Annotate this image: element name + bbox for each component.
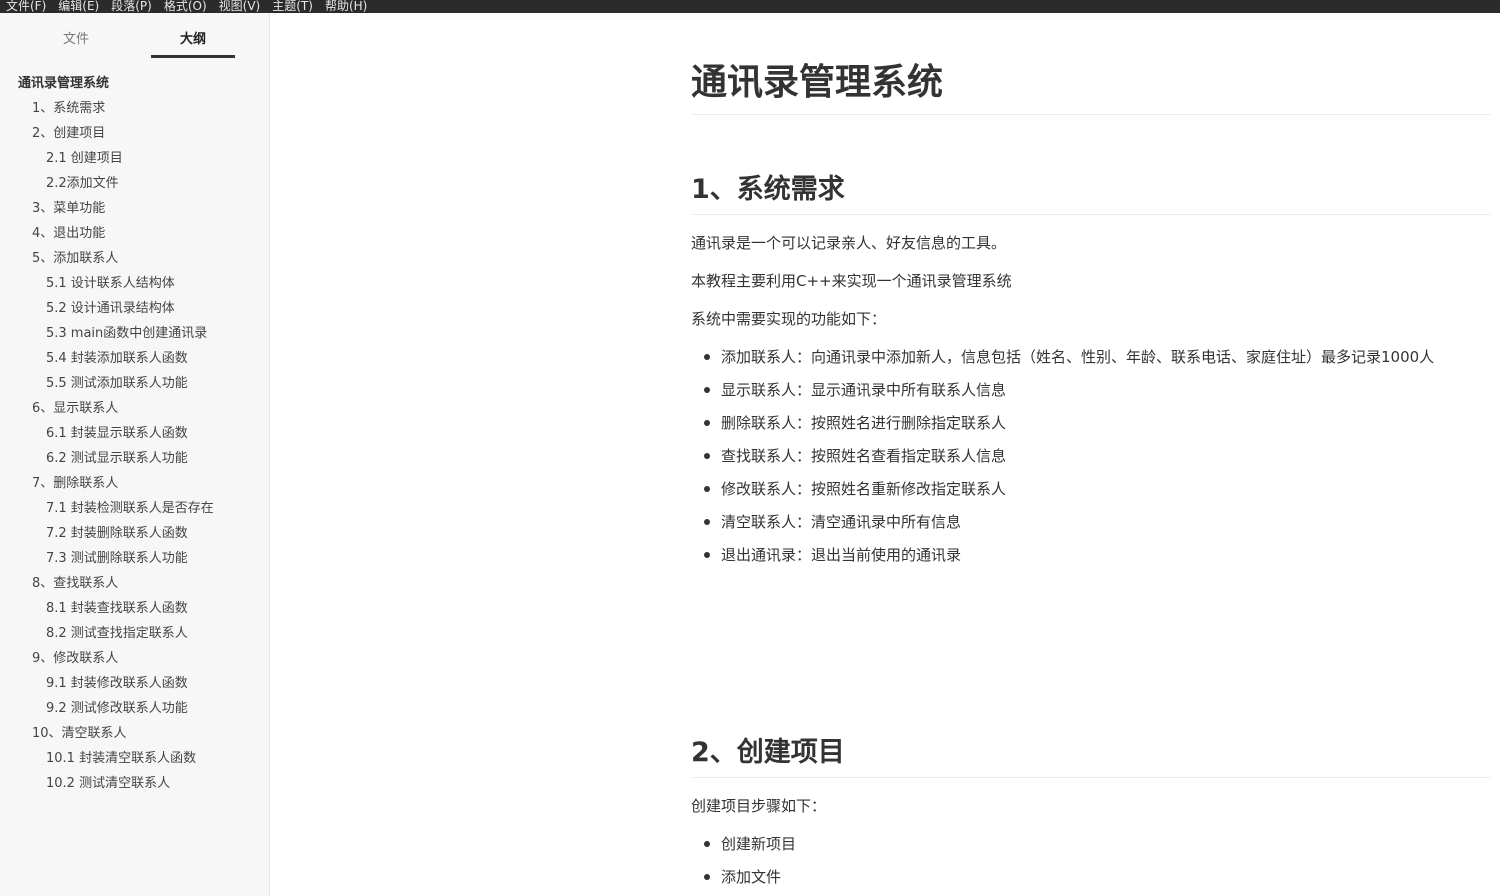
outline-item[interactable]: 9、修改联系人 [0,646,269,671]
list-item-text: 清空联系人：清空通讯录中所有信息 [721,513,962,531]
list-item: 添加联系人：向通讯录中添加新人，信息包括（姓名、性别、年龄、联系电话、家庭住址）… [704,346,1435,368]
outline-item[interactable]: 7.1 封装检测联系人是否存在 [0,496,269,521]
bullet-icon [704,354,710,360]
section-heading: 1、系统需求 [691,174,845,205]
list-item: 退出通讯录：退出当前使用的通讯录 [704,544,962,566]
sidebar: 文件 大纲 通讯录管理系统 1、系统需求 2、创建项目 2.1 创建项目 2.2… [0,13,270,896]
bullet-icon [704,519,710,525]
list-item: 添加文件 [704,866,782,888]
outline-item[interactable]: 9.1 封装修改联系人函数 [0,671,269,696]
list-item-text: 删除联系人：按照姓名进行删除指定联系人 [721,414,1007,432]
outline-item[interactable]: 8.1 封装查找联系人函数 [0,596,269,621]
list-item-text: 显示联系人：显示通讯录中所有联系人信息 [721,381,1007,399]
list-item-text: 添加文件 [721,868,782,886]
outline-item[interactable]: 5.3 main函数中创建通讯录 [0,321,269,346]
bullet-icon [704,841,710,847]
tab-outline[interactable]: 大纲 [151,13,235,59]
list-item: 显示联系人：显示通讯录中所有联系人信息 [704,379,1007,401]
paragraph: 创建项目步骤如下： [691,797,827,815]
paragraph: 系统中需要实现的功能如下： [691,310,887,328]
list-item: 修改联系人：按照姓名重新修改指定联系人 [704,478,1007,500]
outline-item[interactable]: 6、显示联系人 [0,396,269,421]
bullet-icon [704,552,710,558]
outline-item[interactable]: 4、退出功能 [0,221,269,246]
menu-edit[interactable]: 编辑(E) [52,0,105,13]
outline-item[interactable]: 2.1 创建项目 [0,146,269,171]
outline-item[interactable]: 6.2 测试显示联系人功能 [0,446,269,471]
paragraph: 通讯录是一个可以记录亲人、好友信息的工具。 [691,234,1007,252]
outline-item[interactable]: 9.2 测试修改联系人功能 [0,696,269,721]
outline-list: 通讯录管理系统 1、系统需求 2、创建项目 2.1 创建项目 2.2添加文件 3… [0,71,269,796]
outline-item[interactable]: 2.2添加文件 [0,171,269,196]
menu-format[interactable]: 格式(O) [158,0,213,13]
outline-item[interactable]: 5.5 测试添加联系人功能 [0,371,269,396]
outline-item[interactable]: 通讯录管理系统 [0,71,269,96]
sidebar-tabs: 文件 大纲 [0,13,269,59]
outline-item[interactable]: 1、系统需求 [0,96,269,121]
bullet-icon [704,420,710,426]
section-heading: 2、创建项目 [691,737,845,768]
outline-item[interactable]: 7.3 测试删除联系人功能 [0,546,269,571]
outline-item[interactable]: 2、创建项目 [0,121,269,146]
outline-item[interactable]: 7.2 封装删除联系人函数 [0,521,269,546]
list-item-text: 退出通讯录：退出当前使用的通讯录 [721,546,962,564]
outline-item[interactable]: 3、菜单功能 [0,196,269,221]
list-item: 清空联系人：清空通讯录中所有信息 [704,511,962,533]
outline-item[interactable]: 5.4 封装添加联系人函数 [0,346,269,371]
list-item-text: 添加联系人：向通讯录中添加新人，信息包括（姓名、性别、年龄、联系电话、家庭住址）… [721,348,1435,366]
list-item: 查找联系人：按照姓名查看指定联系人信息 [704,445,1007,467]
outline-item[interactable]: 8、查找联系人 [0,571,269,596]
outline-item[interactable]: 10.1 封装清空联系人函数 [0,746,269,771]
menu-help[interactable]: 帮助(H) [319,0,373,13]
bullet-icon [704,486,710,492]
bullet-icon [704,874,710,880]
tab-files[interactable]: 文件 [34,13,118,59]
bullet-icon [704,387,710,393]
menu-theme[interactable]: 主题(T) [266,0,319,13]
active-tab-indicator [151,55,235,58]
menu-view[interactable]: 视图(V) [213,0,267,13]
list-item-text: 修改联系人：按照姓名重新修改指定联系人 [721,480,1007,498]
outline-item[interactable]: 5.2 设计通讯录结构体 [0,296,269,321]
menu-file[interactable]: 文件(F) [0,0,52,13]
menu-bar: 文件(F) 编辑(E) 段落(P) 格式(O) 视图(V) 主题(T) 帮助(H… [0,0,1500,13]
outline-item[interactable]: 5、添加联系人 [0,246,269,271]
outline-item[interactable]: 5.1 设计联系人结构体 [0,271,269,296]
bullet-icon [704,453,710,459]
editor-pane[interactable]: 通讯录管理系统 1、系统需求 通讯录是一个可以记录亲人、好友信息的工具。 本教程… [270,13,1500,896]
list-item-text: 查找联系人：按照姓名查看指定联系人信息 [721,447,1007,465]
title-divider [691,114,1491,115]
paragraph: 本教程主要利用C++来实现一个通讯录管理系统 [691,272,1012,290]
document-title: 通讯录管理系统 [691,62,944,103]
list-item: 删除联系人：按照姓名进行删除指定联系人 [704,412,1007,434]
heading-divider [691,214,1491,215]
outline-item[interactable]: 10.2 测试清空联系人 [0,771,269,796]
menu-paragraph[interactable]: 段落(P) [105,0,158,13]
outline-item[interactable]: 10、清空联系人 [0,721,269,746]
heading-divider [691,777,1491,778]
outline-item[interactable]: 7、删除联系人 [0,471,269,496]
list-item: 创建新项目 [704,833,797,855]
list-item-text: 创建新项目 [721,835,797,853]
outline-item[interactable]: 6.1 封装显示联系人函数 [0,421,269,446]
outline-item[interactable]: 8.2 测试查找指定联系人 [0,621,269,646]
